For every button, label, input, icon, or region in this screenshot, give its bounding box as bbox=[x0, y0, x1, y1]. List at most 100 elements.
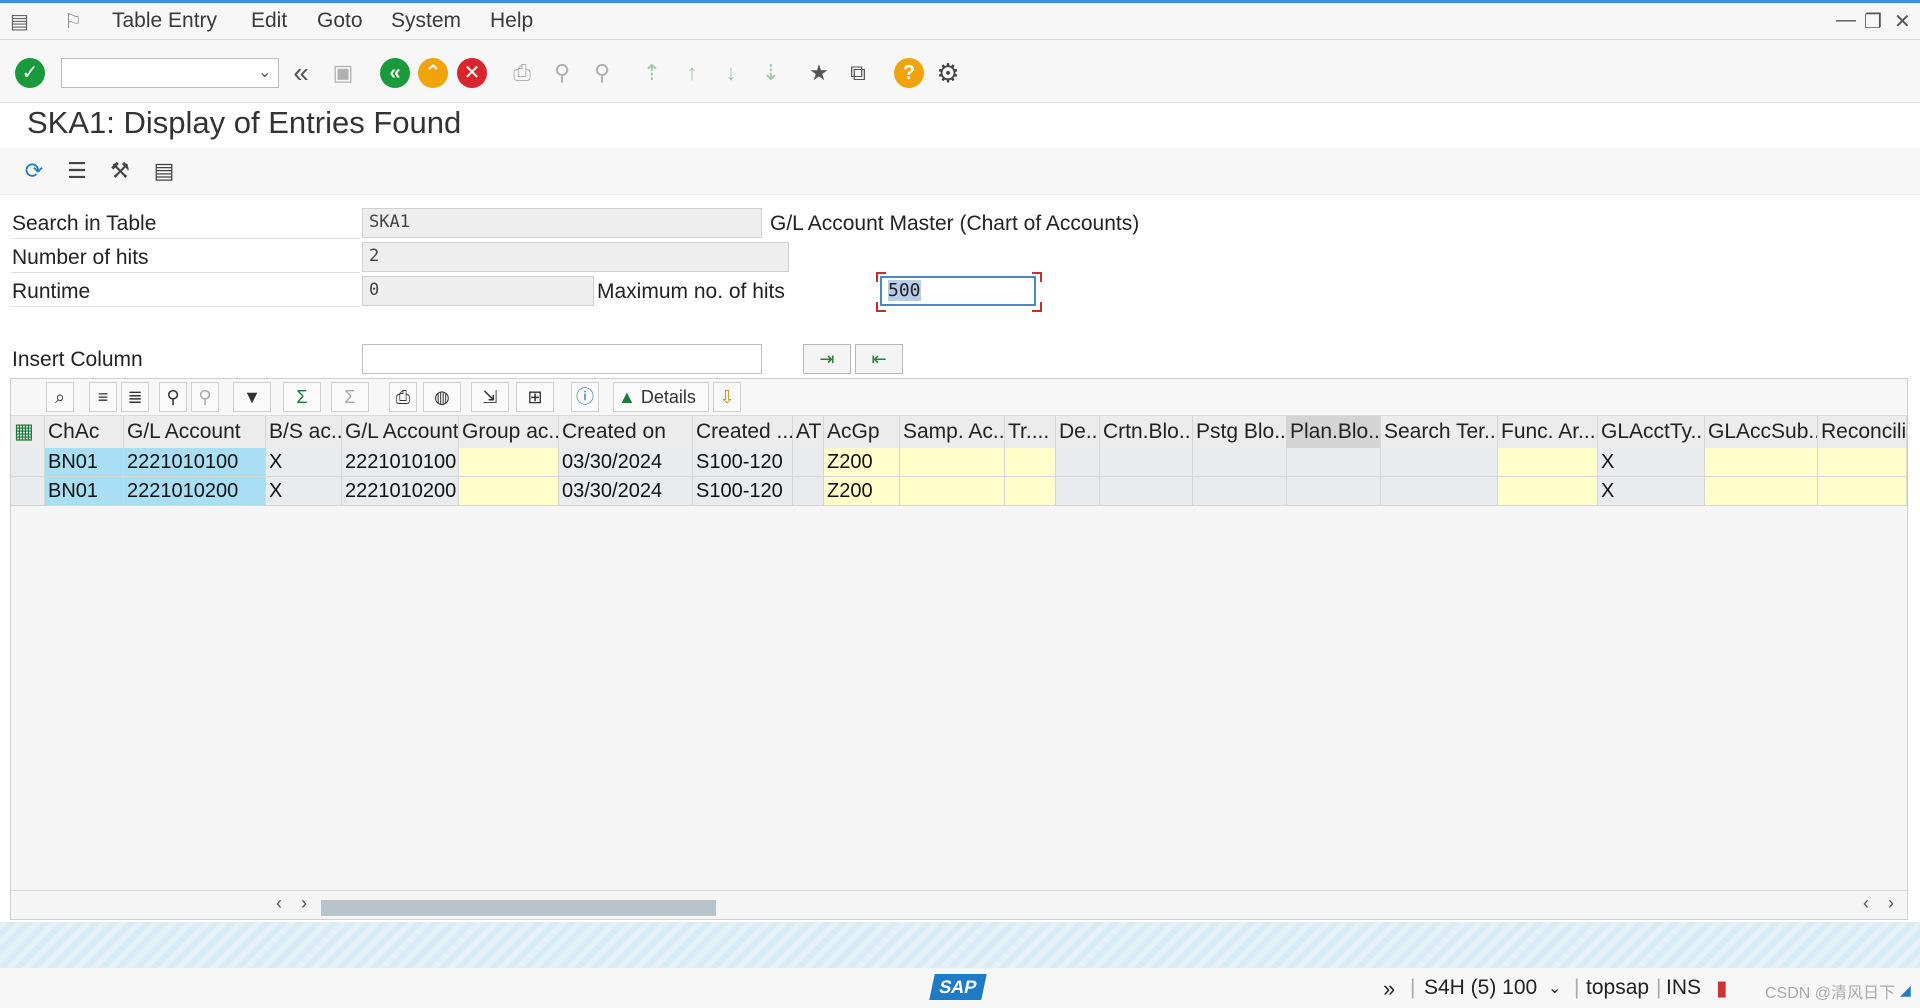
cell-samp-account[interactable] bbox=[900, 477, 1005, 506]
cell-search-term[interactable] bbox=[1381, 448, 1498, 477]
column-header[interactable]: Search Ter... bbox=[1381, 416, 1498, 448]
expand-status-icon[interactable]: » bbox=[1383, 976, 1395, 1002]
sort-ascending-icon[interactable]: ≡ bbox=[89, 382, 117, 412]
insert-mode[interactable]: INS bbox=[1666, 976, 1701, 1000]
column-header[interactable]: AcGp bbox=[824, 416, 900, 448]
menu-icon[interactable]: ▤ bbox=[10, 9, 29, 34]
exit-icon[interactable]: ⌃ bbox=[418, 58, 448, 88]
table-row[interactable]: BN01 2221010100 X 2221010100 03/30/2024 … bbox=[11, 448, 1907, 477]
cell-gl-account[interactable]: 2221010200 bbox=[124, 477, 266, 506]
menu-goto[interactable]: Goto bbox=[317, 9, 363, 33]
cell-chart-of-accounts[interactable]: BN01 bbox=[45, 448, 124, 477]
restore-icon[interactable]: ❐ bbox=[1864, 9, 1882, 34]
cell-gl-account[interactable]: 2221010100 bbox=[124, 448, 266, 477]
table-row[interactable]: BN01 2221010200 X 2221010200 03/30/2024 … bbox=[11, 477, 1907, 506]
print-icon[interactable]: ⎙ bbox=[389, 382, 417, 412]
cell-search-term[interactable] bbox=[1381, 477, 1498, 506]
column-header[interactable]: Tr.... bbox=[1005, 416, 1056, 448]
scroll-right-icon[interactable]: › bbox=[301, 893, 307, 914]
cell-gl-acc-subtype[interactable] bbox=[1705, 448, 1818, 477]
column-header[interactable]: Created on bbox=[559, 416, 693, 448]
cell-tr[interactable] bbox=[1005, 477, 1056, 506]
back-icon[interactable]: « bbox=[380, 58, 410, 88]
selection-settings-icon[interactable]: ☰ bbox=[62, 156, 92, 186]
insert-column-input[interactable] bbox=[362, 344, 762, 374]
column-header[interactable]: GLAccSub... bbox=[1705, 416, 1818, 448]
cell-pstg-block[interactable] bbox=[1193, 448, 1287, 477]
cell-pstg-block[interactable] bbox=[1193, 477, 1287, 506]
column-header[interactable]: Func. Ar... bbox=[1498, 416, 1598, 448]
scroll-thumb[interactable] bbox=[321, 900, 716, 916]
find-icon[interactable]: ⚲ bbox=[159, 382, 187, 412]
horizontal-scrollbar[interactable]: ‹ › ‹ › bbox=[11, 890, 1907, 919]
grid-details-view-icon[interactable]: ⌕ bbox=[46, 382, 74, 412]
scroll-left-icon[interactable]: ‹ bbox=[276, 893, 282, 914]
cell-chart-of-accounts[interactable]: BN01 bbox=[45, 477, 124, 506]
cell-bs-account[interactable]: X bbox=[266, 448, 342, 477]
info-icon[interactable]: ⓘ bbox=[571, 382, 599, 412]
close-window-icon[interactable]: ✕ bbox=[1894, 9, 1911, 34]
cell-gl-acct-type[interactable]: X bbox=[1598, 477, 1705, 506]
column-header[interactable]: ChAc bbox=[45, 416, 124, 448]
new-session-icon[interactable]: ★ bbox=[804, 58, 834, 88]
menu-system[interactable]: System bbox=[391, 9, 461, 33]
system-info[interactable]: S4H (5) 100 bbox=[1424, 976, 1537, 1000]
cell-created-by[interactable]: S100-120 bbox=[693, 477, 793, 506]
cell-func-area[interactable] bbox=[1498, 448, 1598, 477]
scroll-left-icon[interactable]: ‹ bbox=[1863, 893, 1869, 914]
cell-at[interactable] bbox=[793, 448, 824, 477]
cell-reconciliation[interactable] bbox=[1818, 477, 1907, 506]
cell-gl-account-2[interactable]: 2221010200 bbox=[342, 477, 459, 506]
export-icon[interactable]: ⇲ bbox=[471, 382, 509, 412]
column-header[interactable]: Created ... bbox=[693, 416, 793, 448]
select-all-icon[interactable]: ▦ bbox=[11, 416, 45, 448]
column-header[interactable]: Group ac... bbox=[459, 416, 559, 448]
list-icon[interactable]: ▤ bbox=[149, 156, 179, 186]
sort-descending-icon[interactable]: ≣ bbox=[121, 382, 149, 412]
layout-icon[interactable]: ⊞ bbox=[516, 382, 554, 412]
column-header[interactable]: G/L Account bbox=[342, 416, 459, 448]
row-selector[interactable] bbox=[11, 448, 45, 477]
column-header[interactable]: GLAcctTy... bbox=[1598, 416, 1705, 448]
column-header[interactable]: Crtn.Blo... bbox=[1100, 416, 1193, 448]
cell-gl-account-2[interactable]: 2221010100 bbox=[342, 448, 459, 477]
dropdown-icon[interactable]: ⌄ bbox=[258, 62, 271, 82]
cell-plan-block[interactable] bbox=[1287, 477, 1381, 506]
cell-de[interactable] bbox=[1056, 448, 1100, 477]
cell-created-on[interactable]: 03/30/2024 bbox=[559, 448, 693, 477]
cell-group-account[interactable] bbox=[459, 477, 559, 506]
command-field[interactable]: ⌄ bbox=[61, 58, 279, 88]
menu-edit[interactable]: Edit bbox=[251, 9, 287, 33]
help-icon[interactable]: ? bbox=[894, 58, 924, 88]
back-history-icon[interactable]: « bbox=[286, 58, 316, 88]
cell-plan-block[interactable] bbox=[1287, 448, 1381, 477]
cell-reconciliation[interactable] bbox=[1818, 448, 1907, 477]
enter-icon[interactable]: ✓ bbox=[15, 58, 45, 88]
cell-created-on[interactable]: 03/30/2024 bbox=[559, 477, 693, 506]
menu-help[interactable]: Help bbox=[490, 9, 533, 33]
cell-gl-acct-type[interactable]: X bbox=[1598, 448, 1705, 477]
insert-column-button[interactable]: ⇥ bbox=[803, 344, 851, 374]
cell-samp-account[interactable] bbox=[900, 448, 1005, 477]
column-header[interactable]: Reconcilia bbox=[1818, 416, 1907, 448]
column-header[interactable]: B/S ac... bbox=[266, 416, 342, 448]
cell-de[interactable] bbox=[1056, 477, 1100, 506]
cell-acgp[interactable]: Z200 bbox=[824, 448, 900, 477]
remove-column-button[interactable]: ⇤ bbox=[855, 344, 903, 374]
shortcut-icon[interactable]: ⧉ bbox=[843, 58, 873, 88]
chevron-down-icon[interactable]: ⌄ bbox=[1548, 978, 1561, 998]
cell-created-by[interactable]: S100-120 bbox=[693, 448, 793, 477]
cell-group-account[interactable] bbox=[459, 448, 559, 477]
extract-icon[interactable]: ⇩ bbox=[713, 382, 741, 412]
column-header[interactable]: AT bbox=[793, 416, 824, 448]
column-header[interactable]: Samp. Ac... bbox=[900, 416, 1005, 448]
settings-icon[interactable]: ⚙ bbox=[933, 58, 963, 88]
cancel-icon[interactable]: ✕ bbox=[457, 58, 487, 88]
cell-bs-account[interactable]: X bbox=[266, 477, 342, 506]
column-header[interactable]: Plan.Blo... bbox=[1287, 416, 1381, 448]
flag-icon[interactable]: ⚐ bbox=[64, 9, 82, 34]
scroll-right-icon[interactable]: › bbox=[1888, 893, 1894, 914]
cell-func-area[interactable] bbox=[1498, 477, 1598, 506]
refresh-icon[interactable]: ⟳ bbox=[19, 156, 49, 186]
max-hits-input[interactable]: 500 bbox=[880, 276, 1036, 306]
